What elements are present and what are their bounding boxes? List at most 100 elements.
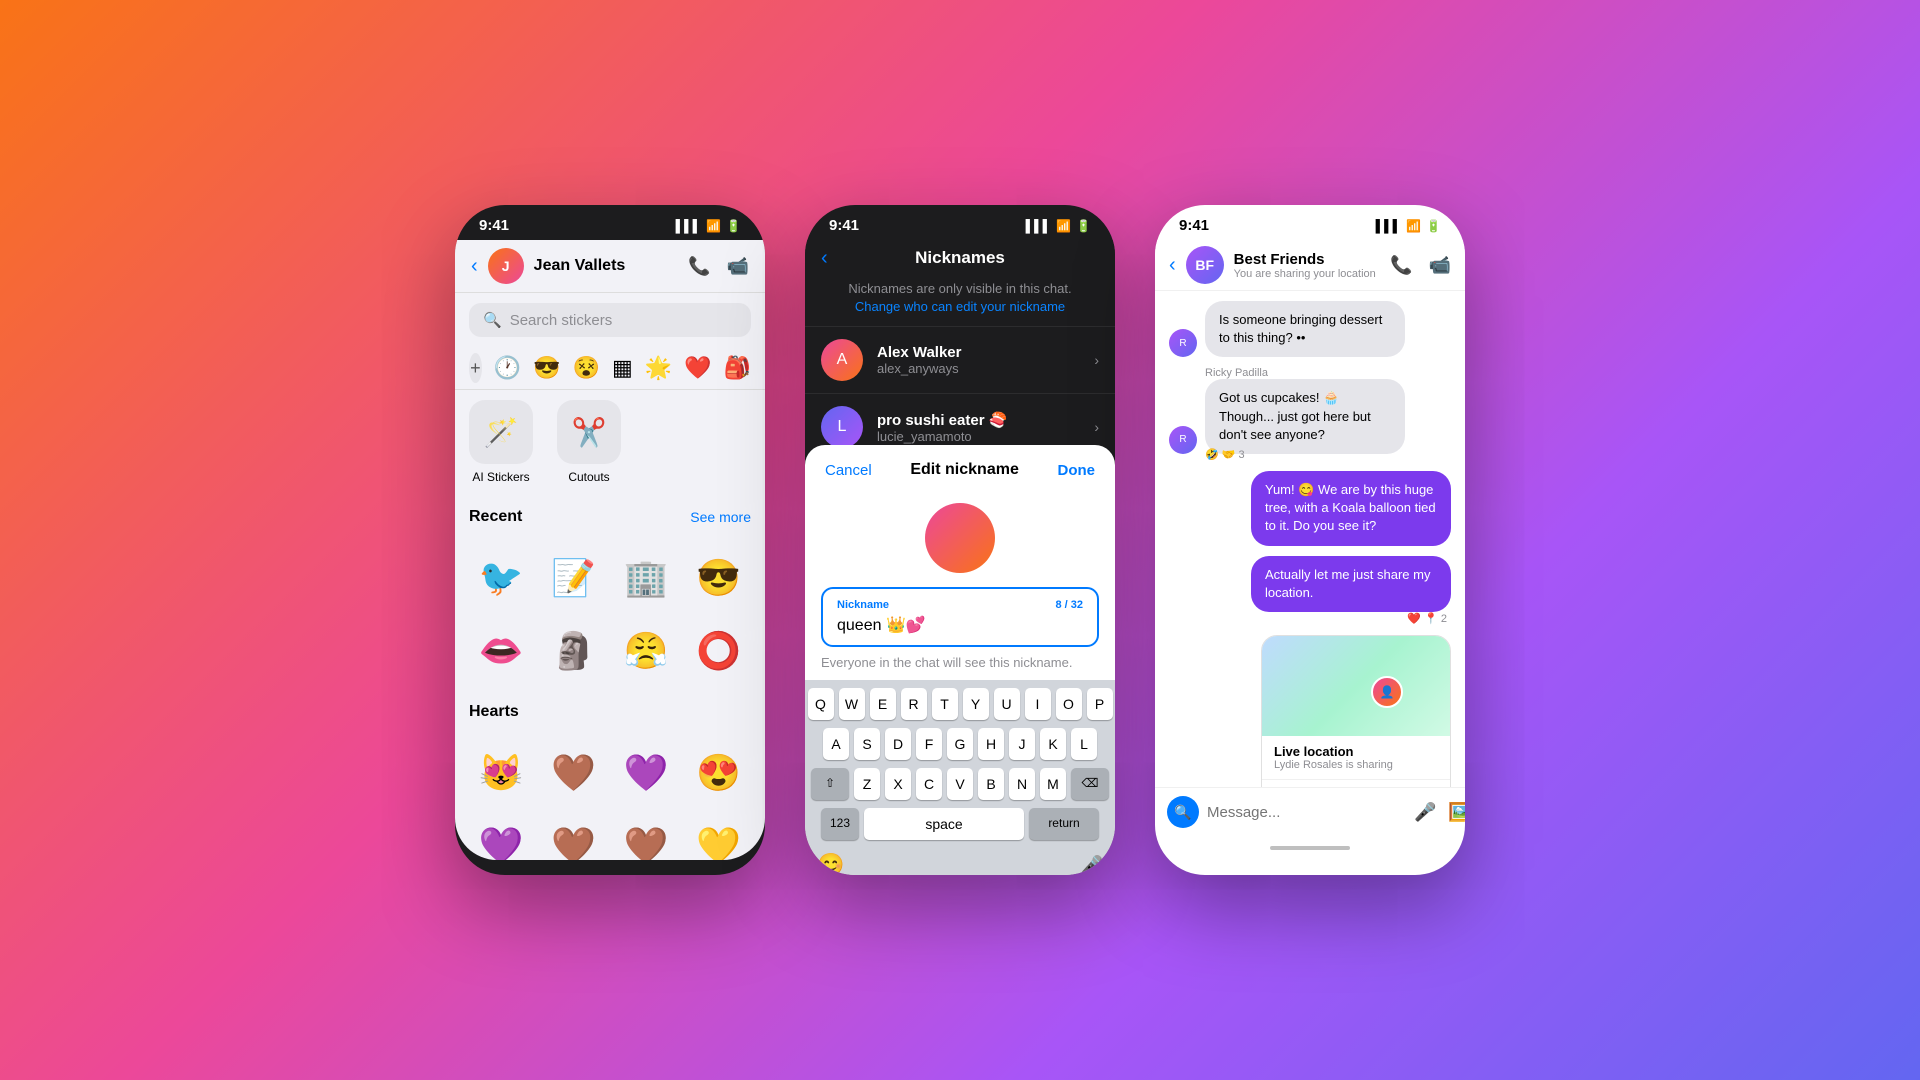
key-h[interactable]: H: [978, 728, 1004, 760]
image-input-icon[interactable]: 🖼️: [1448, 802, 1465, 823]
key-x[interactable]: X: [885, 768, 911, 800]
face2-tab[interactable]: 😵: [573, 355, 600, 381]
nickname-field[interactable]: Nickname 8 / 32 queen 👑💕: [821, 587, 1099, 647]
key-m[interactable]: M: [1040, 768, 1066, 800]
map-subtitle: Lydie Rosales is sharing: [1274, 759, 1438, 771]
sticker-3[interactable]: 🏢: [614, 546, 679, 611]
back-button[interactable]: ‹: [471, 255, 478, 278]
key-y[interactable]: Y: [963, 688, 989, 720]
ai-stickers-item[interactable]: 🪄 AI Stickers: [469, 400, 533, 484]
sticker-1[interactable]: 🐦: [469, 546, 534, 611]
key-j[interactable]: J: [1009, 728, 1035, 760]
group-avatar: BF: [1186, 246, 1224, 284]
key-i[interactable]: I: [1025, 688, 1051, 720]
edit-avatar: [925, 503, 995, 573]
video-icon[interactable]: 📹: [727, 256, 749, 277]
key-t[interactable]: T: [932, 688, 958, 720]
key-b[interactable]: B: [978, 768, 1004, 800]
battery-icon-3: 🔋: [1426, 219, 1441, 233]
key-s[interactable]: S: [854, 728, 880, 760]
see-more-button[interactable]: See more: [690, 509, 751, 525]
heart-sticker-3[interactable]: 💜: [614, 741, 679, 806]
key-g[interactable]: G: [947, 728, 973, 760]
key-u[interactable]: U: [994, 688, 1020, 720]
hearts-header: Hearts: [469, 703, 751, 721]
recent-tab[interactable]: 🕐: [494, 355, 521, 381]
add-sticker-tab[interactable]: +: [469, 353, 482, 383]
bag-tab[interactable]: 🎒: [724, 355, 751, 381]
message-input[interactable]: [1207, 804, 1406, 821]
key-z[interactable]: Z: [854, 768, 880, 800]
sticker-7[interactable]: 😤: [614, 619, 679, 684]
key-f[interactable]: F: [916, 728, 942, 760]
message-bubble-2: Got us cupcakes! 🧁 Though... just got he…: [1205, 379, 1405, 454]
shift-key[interactable]: ⇧: [811, 768, 849, 800]
chat-messages: R Is someone bringing dessert to this th…: [1155, 291, 1465, 787]
key-q[interactable]: Q: [808, 688, 834, 720]
key-r[interactable]: R: [901, 688, 927, 720]
key-v[interactable]: V: [947, 768, 973, 800]
heart-tab[interactable]: ❤️: [684, 355, 711, 381]
time-1: 9:41: [479, 217, 509, 234]
status-bar-3: 9:41 ▌▌▌ 📶 🔋: [1155, 205, 1465, 240]
chat3-header: ‹ BF Best Friends You are sharing your l…: [1155, 240, 1465, 291]
heart-sticker-6[interactable]: 🤎: [542, 814, 607, 861]
heart-sticker-8[interactable]: 💛: [687, 814, 752, 861]
chat-panel: ‹ BF Best Friends You are sharing your l…: [1155, 240, 1465, 860]
emoji-key[interactable]: 😊: [817, 852, 844, 875]
ai-sticker-label: AI Stickers: [472, 470, 529, 484]
numbers-key[interactable]: 123: [821, 808, 859, 840]
status-bar-2: 9:41 ▌▌▌ 📶 🔋: [805, 205, 1115, 240]
key-l[interactable]: L: [1071, 728, 1097, 760]
field-value[interactable]: queen 👑💕: [837, 615, 1083, 635]
mic-key[interactable]: 🎤: [1081, 855, 1103, 876]
key-o[interactable]: O: [1056, 688, 1082, 720]
nicknames-back[interactable]: ‹: [821, 247, 828, 270]
person1-info: Alex Walker alex_anyways: [877, 344, 1080, 376]
done-button[interactable]: Done: [1058, 462, 1096, 479]
heart-sticker-7[interactable]: 🤎: [614, 814, 679, 861]
sender2-label: Ricky Padilla: [1205, 367, 1451, 379]
chat-back-button[interactable]: ‹: [1169, 254, 1176, 277]
grid-tab[interactable]: ▦: [612, 355, 633, 381]
live-location-card[interactable]: 👤 Live location Lydie Rosales is sharing…: [1261, 635, 1451, 787]
star-tab[interactable]: 🌟: [645, 355, 672, 381]
phone3-call-icon[interactable]: 📞: [1390, 255, 1412, 276]
key-d[interactable]: D: [885, 728, 911, 760]
cutouts-icon: ✂️: [557, 400, 621, 464]
map-view-button[interactable]: View: [1262, 779, 1450, 787]
face-tab[interactable]: 😎: [533, 355, 560, 381]
group-subtitle: You are sharing your location: [1234, 268, 1380, 280]
wifi-icon-2: 📶: [1056, 219, 1071, 233]
heart-sticker-4[interactable]: 😍: [687, 741, 752, 806]
space-key[interactable]: space: [864, 808, 1024, 840]
sticker-8[interactable]: ⭕: [687, 619, 752, 684]
return-key[interactable]: return: [1029, 808, 1099, 840]
mic-input-icon[interactable]: 🎤: [1414, 802, 1436, 823]
cancel-button[interactable]: Cancel: [825, 462, 872, 479]
person1-username: alex_anyways: [877, 361, 1080, 376]
map-title: Live location: [1274, 744, 1438, 759]
sticker-4[interactable]: 😎: [687, 546, 752, 611]
key-n[interactable]: N: [1009, 768, 1035, 800]
sticker-5[interactable]: 👄: [469, 619, 534, 684]
key-p[interactable]: P: [1087, 688, 1113, 720]
sticker-6[interactable]: 🗿: [542, 619, 607, 684]
delete-key[interactable]: ⌫: [1071, 768, 1109, 800]
heart-sticker-2[interactable]: 🤎: [542, 741, 607, 806]
cutouts-item[interactable]: ✂️ Cutouts: [557, 400, 621, 484]
nickname-link[interactable]: Change who can edit your nickname: [855, 299, 1065, 314]
nickname-person-1[interactable]: A Alex Walker alex_anyways ›: [805, 326, 1115, 393]
key-c[interactable]: C: [916, 768, 942, 800]
key-k[interactable]: K: [1040, 728, 1066, 760]
sticker-search-bar[interactable]: 🔍 Search stickers: [469, 303, 751, 337]
key-a[interactable]: A: [823, 728, 849, 760]
heart-sticker-1[interactable]: 😻: [469, 741, 534, 806]
phone3-video-icon[interactable]: 📹: [1429, 255, 1451, 276]
heart-sticker-5[interactable]: 💜: [469, 814, 534, 861]
status-bar-1: 9:41 ▌▌▌ 📶 🔋: [455, 205, 765, 240]
sticker-2[interactable]: 📝: [542, 546, 607, 611]
key-e[interactable]: E: [870, 688, 896, 720]
phone-icon[interactable]: 📞: [688, 256, 710, 277]
key-w[interactable]: W: [839, 688, 865, 720]
